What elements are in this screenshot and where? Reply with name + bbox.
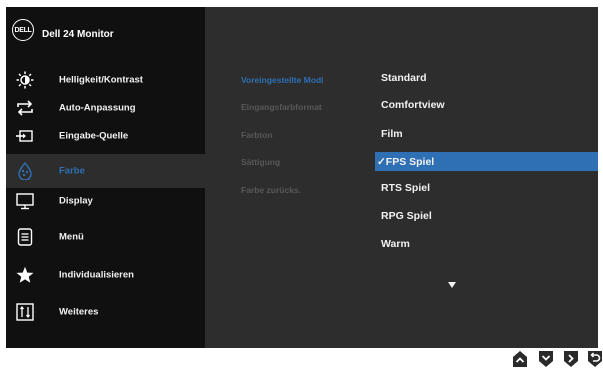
input-source-icon [16,130,33,142]
option-label: RPG Spiel [381,209,432,222]
down-button-icon[interactable] [538,350,554,368]
option-movie[interactable]: Film [375,124,598,143]
sidebar-item-personalize[interactable]: Individualisieren [6,258,205,292]
sidebar-item-label: Eingabe-Quelle [59,130,129,142]
option-comfortview[interactable]: Comfortview [375,95,598,114]
sidebar: DELL Dell 24 Monitor Helligkeit/Kontrast [6,7,205,348]
option-rts-game[interactable]: RTS Spiel [375,178,598,197]
option-rpg-game[interactable]: RPG Spiel [375,206,598,225]
sidebar-item-menu[interactable]: Menü [6,220,205,254]
option-label: ✓FPS Spiel [377,155,435,168]
sidebar-item-label: Weiteres [59,306,99,318]
sidebar-item-label: Individualisieren [59,269,134,281]
submenu-item-hue[interactable]: Farbton [241,130,273,140]
sidebar-item-input-source[interactable]: Eingabe-Quelle [6,119,205,153]
option-label: Film [381,127,403,140]
star-icon [16,266,34,283]
sidebar-item-display[interactable]: Display [6,184,205,218]
auto-adjust-icon [17,100,33,116]
menu-icon [17,228,33,246]
option-label: Warm [381,237,410,250]
up-button-icon[interactable] [512,350,528,368]
submenu-item-saturation[interactable]: Sättigung [241,157,280,167]
sidebar-item-label: Display [59,195,93,207]
color-icon [18,162,32,180]
back-button-icon[interactable] [587,350,603,368]
option-warm[interactable]: Warm [375,234,598,253]
sidebar-item-label: Helligkeit/Kontrast [59,74,143,86]
option-fps-game[interactable]: ✓FPS Spiel [375,152,598,171]
header: DELL Dell 24 Monitor [6,7,205,55]
sidebar-item-others[interactable]: Weiteres [6,295,205,329]
sidebar-item-label: Farbe [59,165,85,177]
select-button-icon[interactable] [563,350,579,368]
option-label: RTS Spiel [381,181,431,194]
submenu-item-input-color-format[interactable]: Eingangsfarbformat [241,102,322,112]
others-icon [16,303,34,321]
submenu-item-preset-modes[interactable]: Voreingestellte Modi [241,75,324,85]
monitor-title: Dell 24 Monitor [42,29,114,40]
brightness-icon [16,71,34,89]
scroll-down-arrow-icon[interactable] [448,282,456,288]
osd-window: DELL Dell 24 Monitor Helligkeit/Kontrast [6,7,598,348]
dell-logo: DELL [12,19,34,41]
submenu-item-reset-color[interactable]: Farbe zurücks. [241,185,301,195]
option-label: Comfortview [381,98,445,111]
sidebar-item-label: Auto-Anpassung [59,102,136,114]
sidebar-item-label: Menü [59,231,84,243]
display-icon [16,193,34,210]
sidebar-item-color[interactable]: Farbe [6,154,205,188]
option-label: Standard [381,71,427,84]
logo-text: DELL [14,26,32,34]
option-standard[interactable]: Standard [375,68,598,87]
